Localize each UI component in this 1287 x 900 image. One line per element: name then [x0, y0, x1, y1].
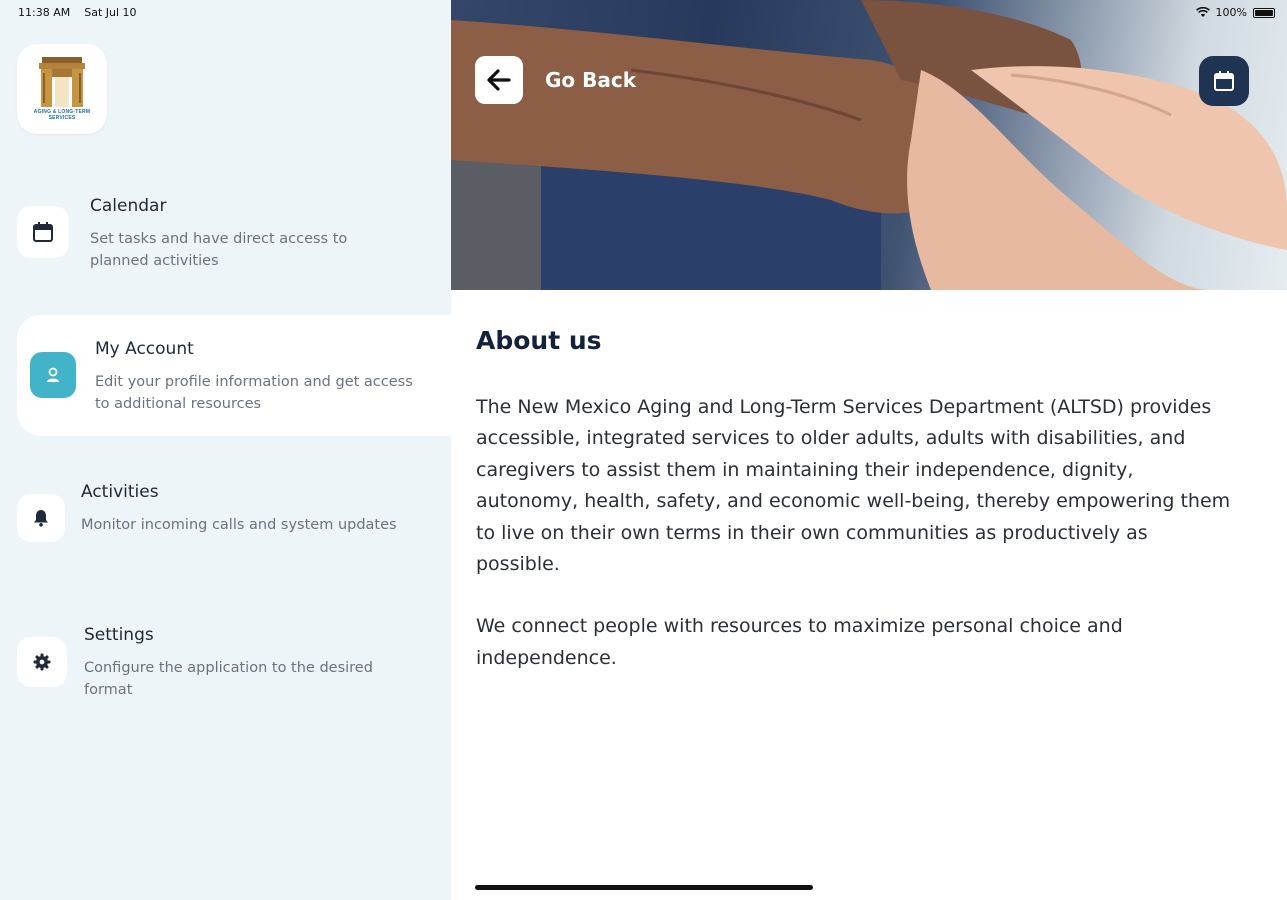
status-bar-left: 11:38 AM Sat Jul 10: [18, 6, 137, 19]
sidebar-item-description: Edit your profile information and get ac…: [95, 374, 413, 412]
sidebar-item-settings[interactable]: Settings Configure the application to th…: [0, 625, 451, 715]
wifi-icon: [1195, 7, 1210, 17]
sidebar-item-label: Calendar: [90, 196, 167, 216]
about-paragraph: The New Mexico Aging and Long-Term Servi…: [476, 396, 1231, 576]
status-bar-right: 100%: [1195, 6, 1275, 19]
go-back-label[interactable]: Go Back: [545, 68, 636, 92]
sidebar-item-label: My Account: [95, 339, 194, 359]
status-time: 11:38 AM: [18, 6, 71, 19]
sidebar-item-calendar[interactable]: Calendar Set tasks and have direct acces…: [0, 196, 451, 286]
go-back-button[interactable]: [475, 56, 523, 104]
bell-icon-box: [17, 494, 65, 542]
battery-percentage: 100%: [1215, 6, 1247, 19]
sidebar-item-my-account[interactable]: My Account Edit your profile information…: [17, 315, 457, 436]
sidebar-item-description: Set tasks and have direct access to plan…: [90, 231, 348, 269]
sidebar-item-description: Configure the application to the desired…: [84, 660, 373, 698]
hands-illustration: [451, 0, 1287, 290]
sidebar-item-label: Activities: [81, 482, 159, 502]
calendar-button[interactable]: [1199, 56, 1249, 106]
home-indicator[interactable]: [475, 885, 813, 890]
status-date: Sat Jul 10: [84, 6, 137, 19]
about-paragraph: We connect people with resources to maxi…: [476, 615, 1123, 669]
about-body: The New Mexico Aging and Long-Term Servi…: [476, 392, 1236, 674]
hero-image: 100% Go Back: [451, 0, 1287, 290]
gear-icon: [33, 653, 51, 671]
logo-text: AGING & LONG-TERM SERVICES: [33, 109, 91, 121]
bell-icon: [34, 510, 48, 527]
sidebar: 11:38 AM Sat Jul 10 AGING & LONG-TERM SE…: [0, 0, 457, 900]
arrow-left-icon: [487, 69, 511, 91]
logo-gate-icon: [39, 57, 85, 107]
sidebar-item-label: Settings: [84, 625, 154, 645]
sidebar-item-activities[interactable]: Activities Monitor incoming calls and sy…: [0, 482, 451, 572]
battery-icon: [1253, 7, 1275, 18]
calendar-icon: [33, 222, 53, 242]
main-content: 100% Go Back About us The New Mexico Agi…: [451, 0, 1287, 900]
sidebar-item-description: Monitor incoming calls and system update…: [81, 517, 397, 533]
calendar-icon-box: [17, 206, 69, 258]
gear-icon-box: [17, 637, 67, 687]
user-icon: [47, 367, 59, 382]
user-icon-box: [30, 352, 76, 398]
calendar-icon: [1214, 71, 1234, 91]
app-logo[interactable]: AGING & LONG-TERM SERVICES: [17, 44, 107, 134]
page-title: About us: [476, 326, 602, 355]
